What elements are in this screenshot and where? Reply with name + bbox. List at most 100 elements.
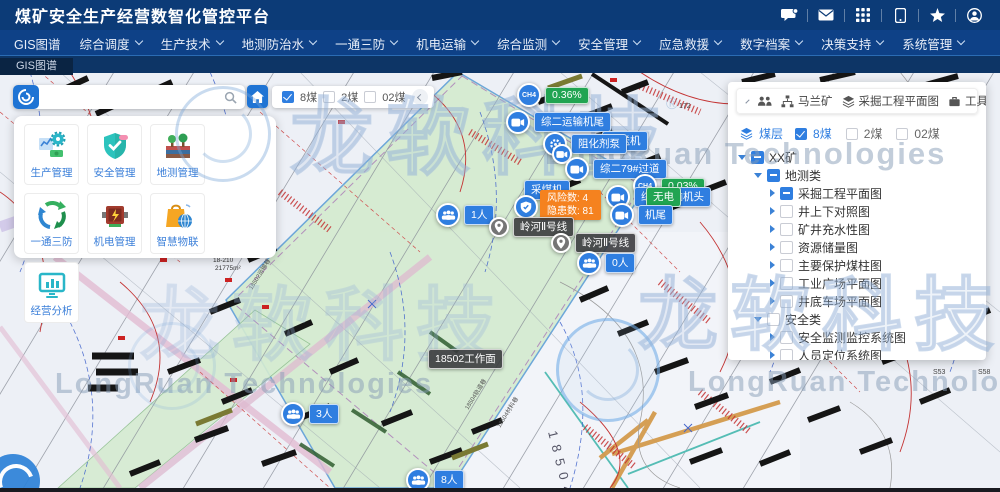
tree-expand-icon[interactable] <box>770 351 775 359</box>
app-card-ventilation[interactable]: 一通三防 <box>24 193 79 254</box>
risk-shield-marker[interactable] <box>514 195 538 219</box>
tree-checkbox[interactable] <box>780 259 793 272</box>
nav-item-decision[interactable]: 决策支持 <box>821 34 883 53</box>
nav-item-monitoring[interactable]: 综合监测 <box>497 34 559 53</box>
tree-checkbox[interactable] <box>780 223 793 236</box>
user-icon[interactable] <box>962 5 986 25</box>
tree-node-surface-contrast[interactable]: 井上下对照图 <box>728 202 986 220</box>
tree-checkbox[interactable] <box>767 169 780 182</box>
personnel-marker[interactable]: 0人 <box>577 251 635 275</box>
nav-item-mech-transport[interactable]: 机电运输 <box>416 34 478 53</box>
star-icon[interactable] <box>925 5 949 25</box>
tools-button[interactable]: 工具 <box>948 93 986 109</box>
icon-separator <box>918 9 919 22</box>
personnel-count: 8人 <box>434 470 464 490</box>
tree-checkbox[interactable] <box>780 277 793 290</box>
nav-item-dispatch[interactable]: 综合调度 <box>80 34 142 53</box>
personnel-marker[interactable]: 1人 <box>436 203 494 227</box>
camera-label: 机尾 <box>638 205 673 225</box>
app-card-analysis[interactable]: 经营分析 <box>24 262 79 323</box>
tree-checkbox[interactable] <box>780 349 793 361</box>
tree-checkbox[interactable] <box>780 241 793 254</box>
tree-expand-icon[interactable] <box>770 243 775 251</box>
app-card-electromechanical[interactable]: 机电管理 <box>87 193 142 254</box>
chevron-down-icon <box>633 37 641 45</box>
app-header: 煤矿安全生产经营数智化管控平台 <box>0 0 1000 30</box>
tree-expand-icon[interactable] <box>770 261 775 269</box>
nav-item-geology[interactable]: 地测防治水 <box>242 34 317 53</box>
personnel-marker[interactable]: 3人 <box>281 402 339 426</box>
tree-node-safety-class[interactable]: 安全类 <box>728 310 986 328</box>
mobile-device-icon[interactable] <box>888 5 912 25</box>
tree-checkbox[interactable] <box>767 313 780 326</box>
tree-node-mining-plan[interactable]: 采掘工程平面图 <box>728 184 986 202</box>
tree-node-mine[interactable]: XX矿 <box>728 148 986 166</box>
drawing-selector[interactable]: 采掘工程平面图 <box>842 93 940 109</box>
tree-checkbox[interactable] <box>780 187 793 200</box>
risk-panel[interactable]: 风险数: 4 隐患数: 81 <box>540 190 601 220</box>
nav-label: 系统管理 <box>902 34 952 53</box>
tree-node-safety-monitoring[interactable]: 安全监测监控系统图 <box>728 328 986 346</box>
workface-tag[interactable]: 18502工作面 <box>428 349 503 369</box>
camera-marker[interactable]: 机尾 <box>610 203 673 227</box>
tree-expand-icon[interactable] <box>770 207 775 215</box>
chevron-left-icon[interactable] <box>745 99 749 103</box>
seam-checkbox-2[interactable] <box>323 91 335 103</box>
app-card-iot[interactable]: 智慧物联 <box>150 193 205 254</box>
message-icon[interactable] <box>777 5 801 25</box>
app-card-geology[interactable]: 地测管理 <box>150 124 205 185</box>
tree-node-personnel-location[interactable]: 人员定位系统图 <box>728 346 986 360</box>
tree-node-industrial-plaza[interactable]: 工业广场平面图 <box>728 274 986 292</box>
mine-selector[interactable]: 马兰矿 <box>781 93 833 109</box>
map-pin-icon <box>551 233 571 253</box>
app-card-safety[interactable]: 安全管理 <box>87 124 142 185</box>
app-label: 生产管理 <box>31 165 73 180</box>
tree-node-resource-reserve[interactable]: 资源储量图 <box>728 238 986 256</box>
tree-node-pit-bottom[interactable]: 井底车场平面图 <box>728 292 986 310</box>
tree-node-geology-class[interactable]: 地测类 <box>728 166 986 184</box>
nav-item-archives[interactable]: 数字档案 <box>740 34 802 53</box>
tree-expand-icon[interactable] <box>754 317 762 322</box>
app-card-production[interactable]: 生产管理 <box>24 124 79 185</box>
mail-icon[interactable] <box>814 5 838 25</box>
camera-marker[interactable]: 综二运输机尾 <box>506 110 611 134</box>
tree-checkbox[interactable] <box>780 295 793 308</box>
tree-expand-icon[interactable] <box>754 173 762 178</box>
ch4-sensor-marker[interactable]: CH4 0.36% <box>517 83 589 107</box>
nav-item-gis[interactable]: GIS图谱 <box>14 34 61 53</box>
home-button[interactable] <box>247 85 268 108</box>
collapse-button[interactable] <box>412 89 428 105</box>
tree-node-water-filling[interactable]: 矿井充水性图 <box>728 220 986 238</box>
camera-icon <box>610 203 634 227</box>
tree-expand-icon[interactable] <box>770 225 775 233</box>
tree-expand-icon[interactable] <box>770 333 775 341</box>
nav-item-production[interactable]: 生产技术 <box>161 34 223 53</box>
staff-button[interactable] <box>757 95 772 107</box>
panel-seam-label-2: 2煤 <box>864 125 883 142</box>
tree-checkbox[interactable] <box>751 151 764 164</box>
panel-seam-checkbox-8[interactable] <box>795 128 807 140</box>
line-pin-marker[interactable]: 岭河Ⅱ号线 <box>551 233 636 253</box>
tree-expand-icon[interactable] <box>770 297 775 305</box>
map-search-input[interactable] <box>39 90 224 104</box>
tree-expand-icon[interactable] <box>738 155 746 160</box>
nav-item-safety[interactable]: 安全管理 <box>578 34 640 53</box>
nav-item-system[interactable]: 系统管理 <box>902 34 964 53</box>
nav-item-emergency[interactable]: 应急救援 <box>659 34 721 53</box>
tree-label: 井上下对照图 <box>798 203 870 220</box>
panel-seam-checkbox-02[interactable] <box>896 128 908 140</box>
seam-checkbox-8[interactable] <box>282 91 294 103</box>
tree-node-coal-pillar[interactable]: 主要保护煤柱图 <box>728 256 986 274</box>
tree-checkbox[interactable] <box>780 331 793 344</box>
panel-seam-checkbox-2[interactable] <box>846 128 858 140</box>
tree-expand-icon[interactable] <box>770 189 775 197</box>
platform-logo-button[interactable] <box>13 85 39 109</box>
tree-expand-icon[interactable] <box>770 279 775 287</box>
panel-seam-label-02: 02煤 <box>914 125 939 142</box>
search-icon[interactable] <box>224 91 237 104</box>
tree-checkbox[interactable] <box>780 205 793 218</box>
seam-checkbox-02[interactable] <box>364 91 376 103</box>
apps-grid-icon[interactable] <box>851 5 875 25</box>
nav-item-ventilation[interactable]: 一通三防 <box>335 34 397 53</box>
tab-gis[interactable]: GIS图谱 <box>0 58 73 75</box>
